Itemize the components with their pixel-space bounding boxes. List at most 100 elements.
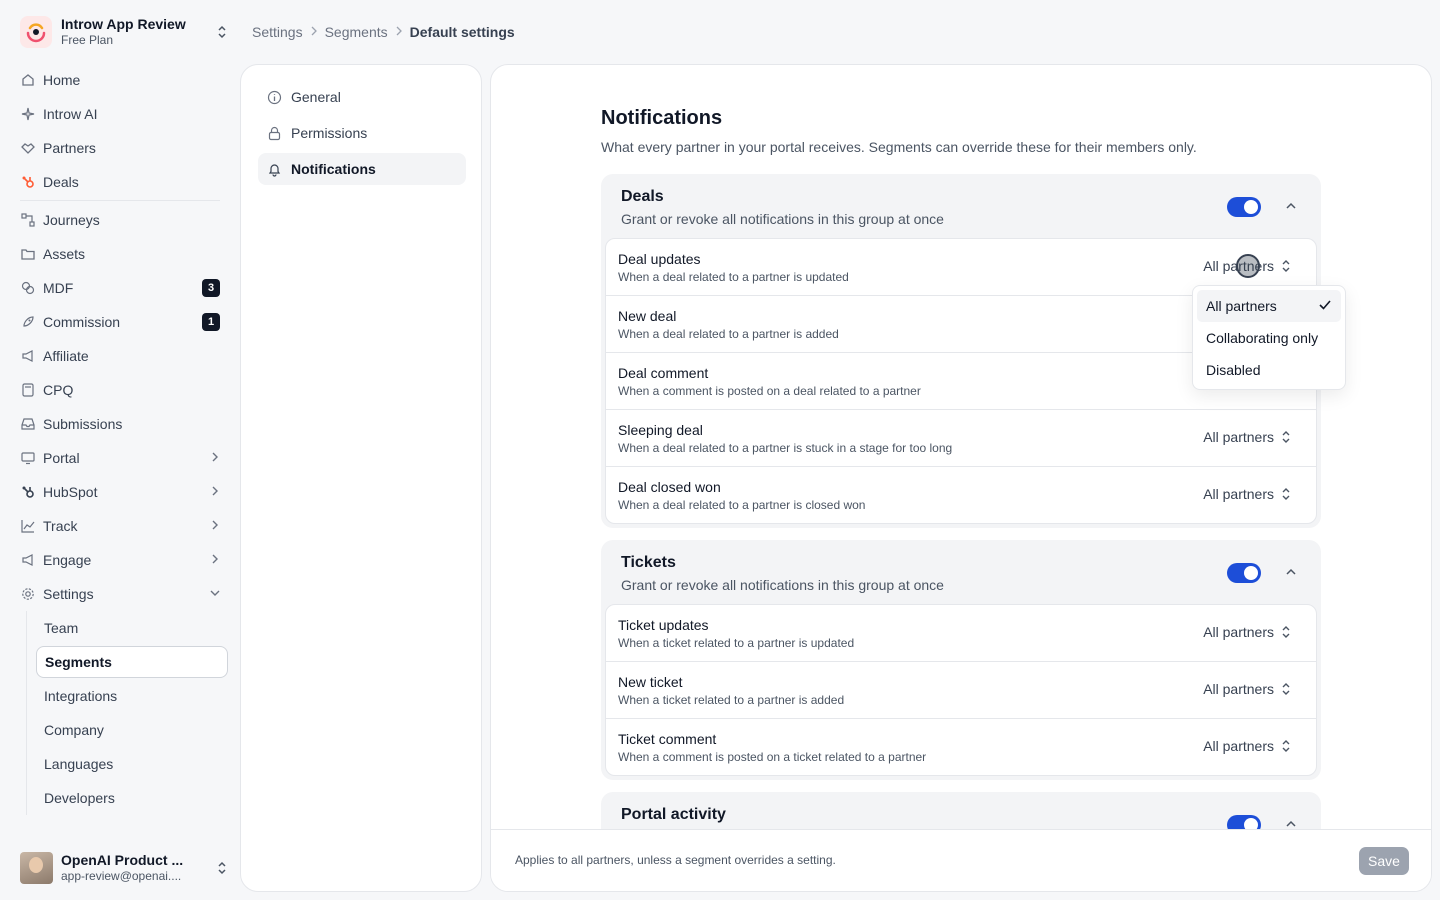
nav-item-affiliate[interactable]: Affiliate (12, 339, 228, 373)
sidebar-item-team[interactable]: Team (36, 611, 228, 645)
sidebar-item-segments[interactable]: Segments (36, 646, 228, 678)
audience-dropdown-menu: All partners Collaborating only Disabled (1192, 285, 1346, 390)
nav-item-home[interactable]: Home (12, 63, 228, 97)
user-menu[interactable]: OpenAI Product ... app-review@openai.... (20, 852, 230, 884)
chevron-up-icon[interactable] (1283, 198, 1299, 214)
tab-permissions[interactable]: Permissions (258, 117, 466, 149)
sidebar-item-integrations[interactable]: Integrations (36, 679, 228, 713)
megaphone-icon (20, 553, 35, 568)
nav-item-portal[interactable]: Portal (12, 441, 228, 475)
nav-item-journeys[interactable]: Journeys (12, 203, 228, 237)
row-title: New ticket (618, 674, 683, 690)
nav-item-commission[interactable]: Commission 1 (12, 305, 228, 339)
chevron-down-icon (210, 587, 220, 601)
monitor-icon (20, 451, 35, 466)
nav-label: MDF (43, 280, 74, 296)
nav-label: Assets (43, 246, 86, 262)
breadcrumb-segments[interactable]: Segments (325, 24, 388, 40)
group-title: Deals (621, 188, 664, 205)
bell-icon (267, 162, 282, 177)
row-title: Ticket comment (618, 731, 717, 747)
nav-item-submissions[interactable]: Submissions (12, 407, 228, 441)
chevron-up-icon[interactable] (1283, 816, 1299, 829)
group-toggle[interactable] (1227, 563, 1261, 583)
chevrons-up-down-icon (1278, 624, 1294, 640)
nav-item-deals[interactable]: Deals (12, 165, 228, 199)
chevron-right-icon (210, 519, 220, 533)
dropdown-option-all-partners[interactable]: All partners (1197, 290, 1341, 322)
nav-label: Track (43, 518, 78, 534)
nav-label: Portal (43, 450, 80, 466)
nav-label: Deals (43, 174, 79, 190)
row-description: When a deal related to a partner is clos… (618, 498, 866, 512)
chevrons-up-down-icon (1278, 258, 1294, 274)
breadcrumb: Settings Segments Default settings (252, 22, 515, 42)
sidebar-item-languages[interactable]: Languages (36, 747, 228, 781)
nav-item-assets[interactable]: Assets (12, 237, 228, 271)
audience-select[interactable]: All partners (1203, 429, 1294, 445)
row-title: Deal closed won (618, 479, 721, 495)
tab-notifications[interactable]: Notifications (258, 153, 466, 185)
nav-item-engage[interactable]: Engage (12, 543, 228, 577)
nav-item-mdf[interactable]: MDF 3 (12, 271, 228, 305)
user-name: OpenAI Product ... (61, 852, 184, 868)
select-value: All partners (1203, 429, 1274, 445)
chevrons-up-down-icon (1278, 429, 1294, 445)
option-label: All partners (1206, 298, 1277, 314)
group-toggle[interactable] (1227, 815, 1261, 829)
sidebar-item-developers[interactable]: Developers (36, 781, 228, 815)
tab-general[interactable]: General (258, 81, 466, 113)
nav-label: Submissions (43, 416, 123, 432)
dropdown-option-collaborating-only[interactable]: Collaborating only (1197, 322, 1341, 354)
workflow-icon (20, 213, 35, 228)
chevron-right-icon (210, 451, 220, 465)
row-title: Deal updates (618, 251, 701, 267)
nav-label: Engage (43, 552, 92, 568)
user-email: app-review@openai.... (61, 869, 182, 883)
breadcrumb-settings[interactable]: Settings (252, 24, 303, 40)
nav-item-hubspot[interactable]: HubSpot (12, 475, 228, 509)
nav-item-track[interactable]: Track (12, 509, 228, 543)
nav-item-partners[interactable]: Partners (12, 131, 228, 165)
chevron-up-icon[interactable] (1283, 564, 1299, 580)
nav-label: Commission (43, 314, 121, 330)
cursor-indicator (1236, 254, 1260, 278)
settings-subnav: Team Segments Integrations Company Langu… (26, 611, 228, 815)
row-title: Deal comment (618, 365, 709, 381)
nav-item-introw-ai[interactable]: Introw AI (12, 97, 228, 131)
audience-select[interactable]: All partners (1203, 624, 1294, 640)
chevron-right-icon (210, 553, 220, 567)
row-description: When a ticket related to a partner is ad… (618, 693, 845, 707)
page-title: Notifications (601, 107, 723, 129)
notification-group-tickets: Tickets Grant or revoke all notification… (601, 540, 1321, 780)
coins-icon (20, 281, 35, 296)
chevron-right-icon (310, 25, 318, 39)
group-toggle[interactable] (1227, 197, 1261, 217)
nav-label: Home (43, 72, 81, 88)
audience-select[interactable]: All partners (1203, 738, 1294, 754)
handshake-icon (20, 141, 35, 156)
group-title: Tickets (621, 554, 676, 571)
row-description: When a deal related to a partner is adde… (618, 327, 839, 341)
nav-label: Introw AI (43, 106, 98, 122)
commission-count-badge: 1 (202, 313, 220, 331)
audience-select[interactable]: All partners (1203, 681, 1294, 697)
org-switcher[interactable]: Introw App Review Free Plan (20, 14, 230, 50)
footer-bar: Applies to all partners, unless a segmen… (491, 829, 1431, 891)
save-button[interactable]: Save (1359, 847, 1409, 875)
audience-select[interactable]: All partners (1203, 486, 1294, 502)
sidebar-item-company[interactable]: Company (36, 713, 228, 747)
chevrons-up-down-icon (1278, 486, 1294, 502)
info-icon (267, 90, 282, 105)
notification-row: Ticket updates When a ticket related to … (606, 605, 1316, 662)
chevrons-up-down-icon (1278, 681, 1294, 697)
avatar (20, 852, 53, 884)
footer-note: Applies to all partners, unless a segmen… (515, 853, 836, 867)
notification-row: New ticket When a ticket related to a pa… (606, 662, 1316, 719)
nav-label: Partners (43, 140, 96, 156)
nav-item-settings[interactable]: Settings (12, 577, 228, 611)
nav-label: HubSpot (43, 484, 98, 500)
notification-row: Ticket comment When a comment is posted … (606, 719, 1316, 775)
nav-item-cpq[interactable]: CPQ (12, 373, 228, 407)
dropdown-option-disabled[interactable]: Disabled (1197, 354, 1341, 386)
